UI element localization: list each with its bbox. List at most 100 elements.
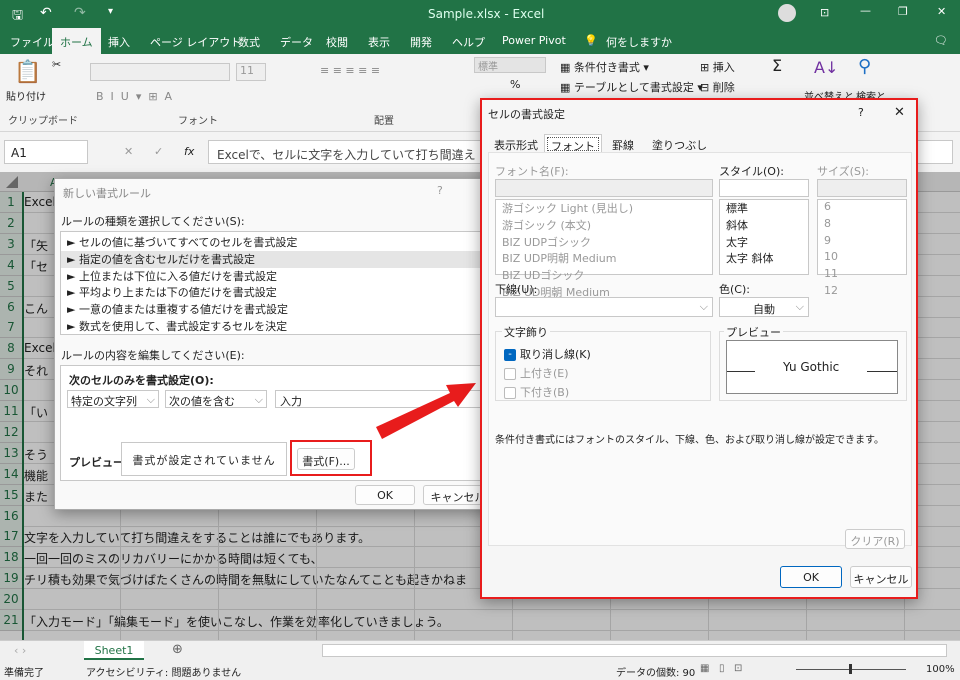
size-list[interactable]: 6 8 9 10 11 12: [817, 199, 907, 297]
list-item[interactable]: 10: [818, 250, 906, 267]
customize-qat-icon[interactable]: ▾: [108, 6, 113, 17]
subscript-checkbox[interactable]: 下付き(B): [504, 384, 569, 400]
tab-review[interactable]: 校閲: [326, 34, 348, 50]
delete-cells-button[interactable]: ⊟ 削除: [700, 79, 735, 95]
font-name-input[interactable]: [495, 179, 713, 197]
tab-help[interactable]: ヘルプ: [452, 34, 485, 50]
save-icon[interactable]: 🖫: [12, 6, 23, 28]
close-icon[interactable]: ✕: [937, 5, 946, 18]
enter-icon[interactable]: ✓: [154, 145, 163, 158]
font-name-select[interactable]: [90, 63, 230, 81]
tab-file[interactable]: ファイル: [10, 34, 54, 50]
maximize-icon[interactable]: ❐: [898, 5, 908, 18]
list-item[interactable]: ► 平均より上または下の値だけを書式設定: [61, 284, 489, 301]
list-item[interactable]: 6: [818, 200, 906, 217]
list-item[interactable]: 標準: [720, 200, 808, 217]
tab-page-layout[interactable]: ページ レイアウト: [150, 34, 241, 50]
list-item[interactable]: 11: [818, 267, 906, 284]
clear-button[interactable]: クリア(R): [845, 529, 905, 549]
conditional-formatting-label: 条件付き書式: [573, 61, 640, 74]
redo-icon[interactable]: ↷: [74, 5, 86, 21]
autosum-icon[interactable]: Σ: [772, 56, 782, 75]
list-item[interactable]: 斜体: [720, 217, 808, 234]
sheet-tab-sheet1[interactable]: Sheet1: [84, 641, 144, 660]
list-item[interactable]: ► セルの値に基づいてすべてのセルを書式設定: [61, 234, 489, 251]
ribbon-display-icon[interactable]: ⊡: [820, 6, 829, 19]
sort-filter-icon[interactable]: A↓: [814, 58, 838, 77]
list-item[interactable]: 游ゴシック Light (見出し): [496, 200, 712, 217]
list-item[interactable]: 12: [818, 284, 906, 301]
find-icon[interactable]: ⚲: [858, 56, 871, 77]
percent-button[interactable]: %: [510, 78, 520, 91]
list-item[interactable]: ► 上位または下位に入る値だけを書式設定: [61, 268, 489, 285]
strikethrough-label: 取り消し線(K): [520, 348, 591, 361]
tab-number[interactable]: 表示形式: [488, 134, 544, 154]
tab-fill[interactable]: 塗りつぶし: [644, 134, 715, 154]
format-as-table-button[interactable]: ▦ テーブルとして書式設定 ▾: [560, 79, 703, 95]
undo-icon[interactable]: ↶: [40, 5, 52, 21]
zoom-level[interactable]: 100%: [926, 664, 955, 675]
font-size-select[interactable]: 11: [236, 63, 266, 81]
list-item[interactable]: BIZ UDP明朝 Medium: [496, 250, 712, 267]
paste-icon[interactable]: 📋: [14, 60, 41, 85]
tab-developer[interactable]: 開発: [410, 34, 432, 50]
chevron-down-icon: ⌵: [254, 393, 263, 406]
tab-power-pivot[interactable]: Power Pivot: [502, 34, 566, 47]
conditional-formatting-button[interactable]: ▦ 条件付き書式 ▾: [560, 59, 649, 75]
list-item[interactable]: ► 数式を使用して、書式設定するセルを決定: [61, 318, 489, 335]
tab-data[interactable]: データ: [280, 34, 313, 50]
tab-view[interactable]: 表示: [368, 34, 390, 50]
tab-font[interactable]: フォント: [544, 134, 602, 154]
number-format-select[interactable]: 標準: [474, 57, 546, 73]
bold-button[interactable]: B I U ▾ ⊞ A: [96, 90, 172, 103]
paste-button[interactable]: 貼り付け: [6, 88, 46, 103]
tab-border[interactable]: 罫線: [602, 134, 644, 154]
accessibility-status[interactable]: アクセシビリティ: 問題ありません: [86, 664, 241, 679]
list-item[interactable]: 太字 斜体: [720, 250, 808, 267]
tell-me-search[interactable]: 何をしますか: [606, 34, 672, 50]
horizontal-scrollbar[interactable]: [322, 644, 947, 657]
underline-select[interactable]: ⌵: [495, 297, 713, 317]
align-buttons[interactable]: ≡ ≡ ≡ ≡ ≡: [320, 64, 380, 77]
cancel-icon[interactable]: ✕: [124, 145, 133, 158]
tab-insert[interactable]: 挿入: [108, 34, 130, 50]
list-item[interactable]: BIZ UDPゴシック: [496, 234, 712, 251]
operator-select[interactable]: 次の値を含む ⌵: [165, 390, 267, 408]
list-item[interactable]: ► 一意の値または重複する値だけを書式設定: [61, 301, 489, 318]
help-icon[interactable]: ?: [437, 184, 443, 197]
list-item[interactable]: 太字: [720, 234, 808, 251]
close-icon[interactable]: ✕: [894, 105, 905, 120]
insert-cells-button[interactable]: ⊞ 挿入: [700, 59, 735, 75]
add-sheet-icon[interactable]: ⊕: [172, 642, 183, 657]
size-input[interactable]: [817, 179, 907, 197]
view-buttons[interactable]: ▦ ▯ ⊡: [700, 663, 742, 674]
comments-icon[interactable]: 🗨: [934, 34, 948, 47]
style-input[interactable]: [719, 179, 809, 197]
prev-sheet-icon[interactable]: ‹ ›: [14, 644, 26, 657]
list-item[interactable]: ► 指定の値を含むセルだけを書式設定: [61, 250, 489, 268]
condition-type-select[interactable]: 特定の文字列 ⌵: [67, 390, 159, 408]
format-cells-dialog: セルの書式設定 ? ✕ 表示形式 フォント 罫線 塗りつぶし フォント名(F):…: [480, 98, 918, 599]
minimize-icon[interactable]: —: [860, 4, 871, 17]
list-item[interactable]: 9: [818, 234, 906, 251]
list-item[interactable]: 8: [818, 217, 906, 234]
strikethrough-checkbox[interactable]: - 取り消し線(K): [504, 346, 591, 362]
tab-home[interactable]: ホーム: [52, 28, 101, 54]
account-avatar[interactable]: [778, 4, 796, 22]
font-name-list[interactable]: 游ゴシック Light (見出し) 游ゴシック (本文) BIZ UDPゴシック BI…: [495, 199, 713, 299]
help-icon[interactable]: ?: [858, 106, 864, 119]
style-list[interactable]: 標準 斜体 太字 太字 斜体: [719, 199, 809, 275]
tab-formulas[interactable]: 数式: [238, 34, 260, 50]
insert-function-icon[interactable]: fx: [184, 145, 194, 158]
ok-button[interactable]: OK: [355, 485, 415, 505]
rule-type-label: ルールの種類を選択してください(S):: [61, 215, 245, 228]
list-item[interactable]: 游ゴシック (本文): [496, 217, 712, 234]
cut-icon[interactable]: ✂: [52, 58, 61, 71]
rule-type-list[interactable]: ► セルの値に基づいてすべてのセルを書式設定 ► 指定の値を含むセルだけを書式設定…: [60, 231, 490, 335]
ok-button[interactable]: OK: [780, 566, 842, 588]
name-box[interactable]: A1: [4, 140, 88, 164]
superscript-checkbox[interactable]: 上付き(E): [504, 365, 569, 381]
color-select[interactable]: 自動 ⌵: [719, 297, 809, 317]
cancel-button[interactable]: キャンセル: [850, 566, 912, 588]
zoom-slider-thumb[interactable]: [849, 664, 852, 674]
